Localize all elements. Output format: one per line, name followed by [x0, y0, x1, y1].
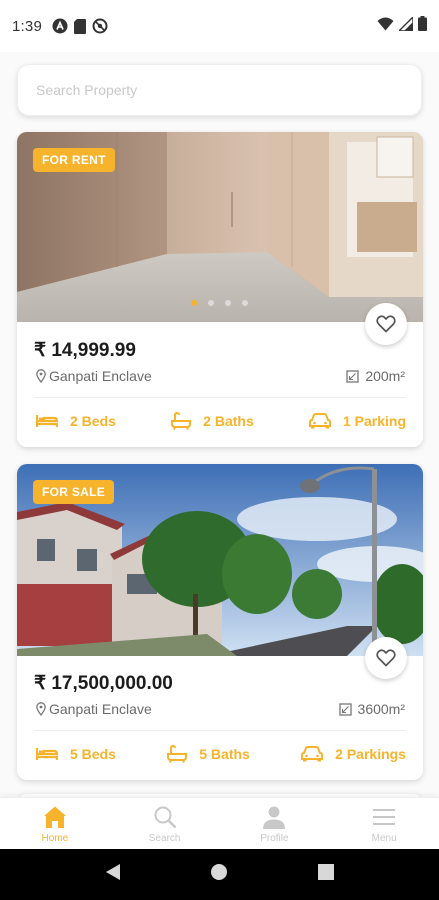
- location-pin-icon: [36, 369, 46, 383]
- search-bar[interactable]: [17, 64, 422, 116]
- listing-type-badge: FOR SALE: [33, 480, 115, 504]
- parking-feature: 1 Parking: [308, 413, 406, 429]
- heart-icon: [376, 649, 396, 667]
- nav-menu[interactable]: Menu: [329, 798, 439, 849]
- home-icon: [43, 806, 66, 828]
- search-input[interactable]: [18, 65, 421, 115]
- heart-icon: [376, 315, 396, 333]
- at-circle-icon: [92, 18, 108, 34]
- carousel-dot[interactable]: [242, 300, 248, 306]
- property-price: ₹ 17,500,000.00: [34, 673, 173, 694]
- location-pin-icon: [36, 702, 46, 716]
- carousel-dot[interactable]: [225, 300, 231, 306]
- divider: [34, 730, 406, 731]
- divider: [34, 397, 406, 398]
- parking-label: 2 Parkings: [335, 746, 406, 762]
- bed-icon: [36, 748, 58, 760]
- baths-feature: 5 Baths: [167, 745, 250, 763]
- person-icon: [263, 806, 286, 829]
- nav-home[interactable]: Home: [0, 798, 110, 849]
- property-price: ₹ 14,999.99: [34, 340, 136, 361]
- bottom-navigation: Home Search Profile Menu: [0, 797, 439, 849]
- property-location: Ganpati Enclave: [36, 701, 152, 717]
- beds-label: 5 Beds: [70, 746, 116, 762]
- beds-feature: 5 Beds: [36, 746, 116, 762]
- favorite-button[interactable]: [365, 303, 407, 345]
- property-area-label: 3600m²: [357, 701, 405, 717]
- status-bar: 1:39: [0, 0, 439, 52]
- home-circle-icon[interactable]: [210, 863, 228, 886]
- property-features: 2 Beds 2 Baths 1 Parking: [36, 412, 406, 430]
- property-location: Ganpati Enclave: [36, 368, 152, 384]
- baths-feature: 2 Baths: [171, 412, 254, 430]
- property-area: 200m²: [346, 368, 405, 384]
- menu-icon: [373, 809, 396, 825]
- nav-home-label: Home: [41, 833, 69, 844]
- car-icon: [308, 413, 331, 429]
- area-icon: [338, 702, 352, 716]
- listing-feed[interactable]: FOR RENT ₹ 14,999.99 Ganpati Enclave 200…: [0, 52, 439, 797]
- property-photo-exterior[interactable]: FOR SALE: [17, 464, 423, 656]
- beds-label: 2 Beds: [70, 413, 116, 429]
- nav-profile[interactable]: Profile: [220, 798, 330, 849]
- property-area-label: 200m²: [365, 368, 405, 384]
- search-icon: [154, 806, 176, 829]
- battery-icon: [418, 16, 427, 36]
- property-location-label: Ganpati Enclave: [49, 701, 152, 717]
- status-time: 1:39: [12, 17, 42, 35]
- back-icon[interactable]: [105, 863, 121, 886]
- nav-profile-label: Profile: [260, 833, 289, 844]
- baths-label: 2 Baths: [203, 413, 254, 429]
- baths-label: 5 Baths: [199, 746, 250, 762]
- bathtub-icon: [171, 412, 192, 430]
- bed-icon: [36, 415, 58, 427]
- property-location-label: Ganpati Enclave: [49, 368, 152, 384]
- recents-icon[interactable]: [318, 864, 335, 885]
- sim-card-icon: [74, 18, 86, 34]
- a-circle-icon: [52, 18, 68, 34]
- carousel-dot[interactable]: [191, 300, 197, 306]
- nav-menu-label: Menu: [371, 833, 397, 844]
- listing-type-badge: FOR RENT: [33, 148, 115, 172]
- parking-label: 1 Parking: [342, 413, 406, 429]
- property-photo-interior[interactable]: FOR RENT: [17, 132, 423, 322]
- property-area: 3600m²: [338, 701, 405, 717]
- image-carousel-indicator[interactable]: [191, 300, 248, 306]
- property-card[interactable]: FOR SALE ₹ 17,500,000.00 Ganpati Enclave…: [17, 464, 423, 780]
- nav-search[interactable]: Search: [110, 798, 220, 849]
- car-icon: [301, 746, 324, 762]
- carousel-dot[interactable]: [208, 300, 214, 306]
- system-navigation-bar: [0, 849, 439, 900]
- favorite-button[interactable]: [365, 637, 407, 679]
- parking-feature: 2 Parkings: [301, 746, 406, 762]
- bathtub-icon: [167, 745, 188, 763]
- nav-search-label: Search: [148, 833, 181, 844]
- signal-icon: [397, 14, 414, 36]
- property-features: 5 Beds 5 Baths 2 Parkings: [36, 745, 406, 763]
- wifi-icon: [377, 17, 394, 36]
- property-card[interactable]: FOR RENT ₹ 14,999.99 Ganpati Enclave 200…: [17, 132, 423, 447]
- beds-feature: 2 Beds: [36, 413, 116, 429]
- area-icon: [346, 369, 359, 383]
